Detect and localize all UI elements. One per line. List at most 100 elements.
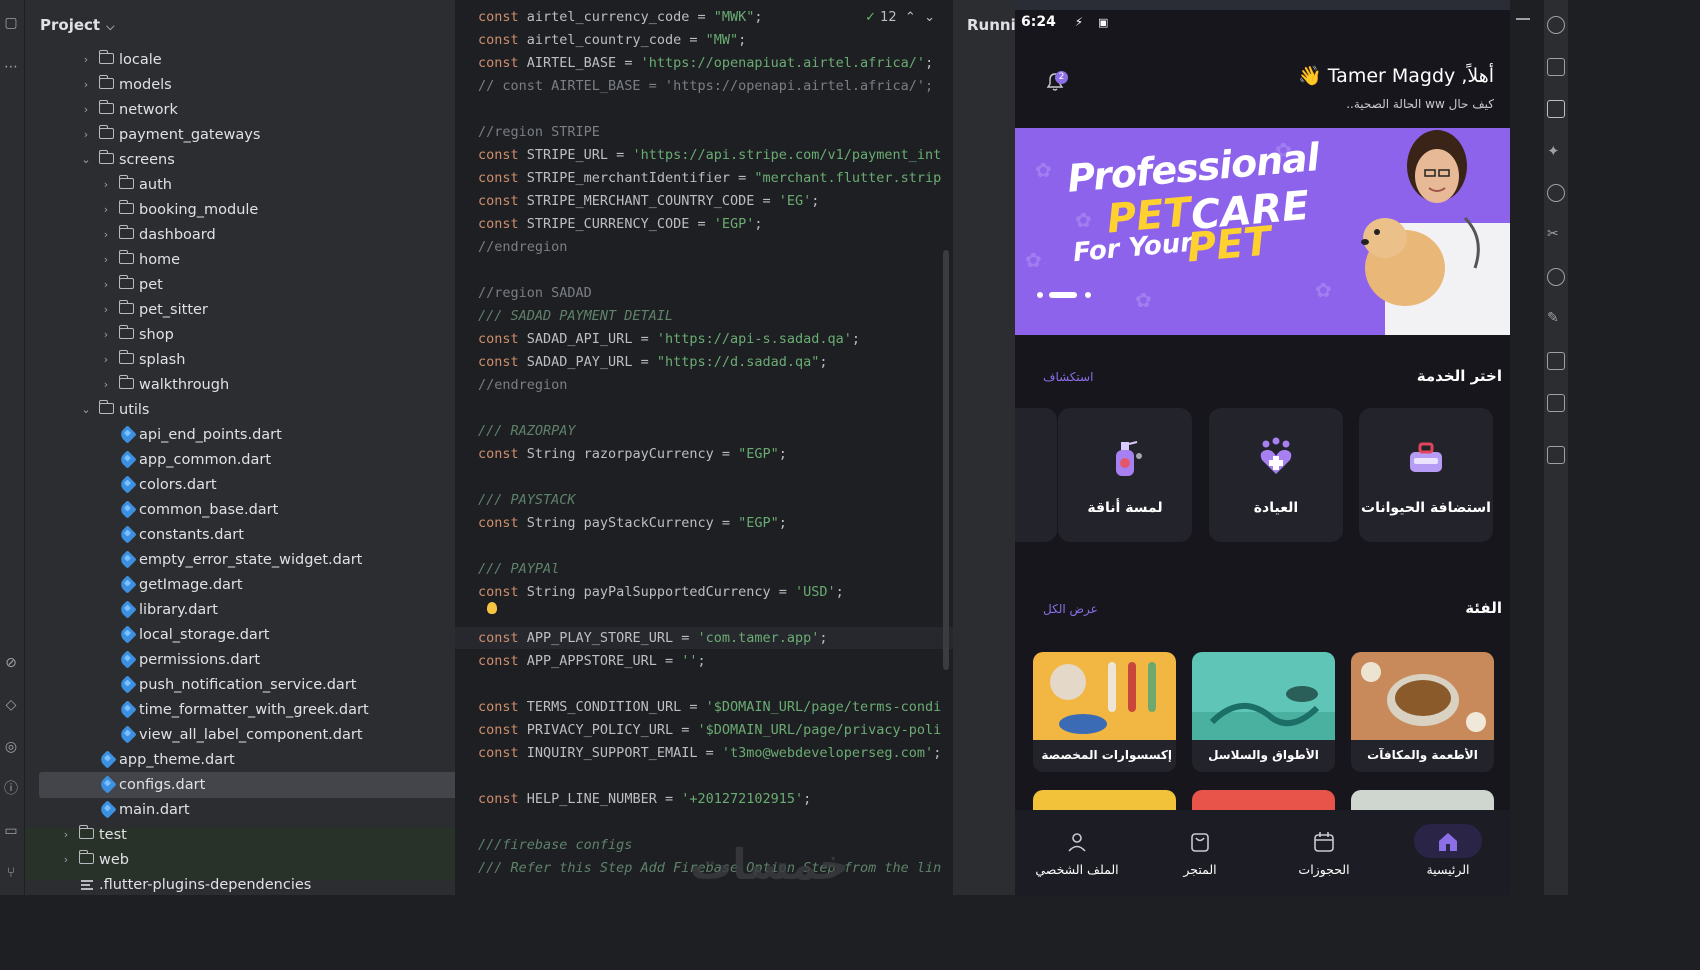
ai-assistant-icon[interactable]: ✦ xyxy=(1547,142,1565,160)
banner-dot[interactable] xyxy=(1085,292,1091,298)
services-explore-link[interactable]: استكشاف xyxy=(1043,370,1093,384)
chevron-right-icon[interactable]: › xyxy=(99,297,113,323)
code-line[interactable]: const String payPalSupportedCurrency = '… xyxy=(478,581,844,603)
chevron-right-icon[interactable]: › xyxy=(79,72,93,98)
layout-inspector-icon[interactable] xyxy=(1547,394,1565,412)
tree-folder[interactable]: › locale xyxy=(25,47,492,73)
code-line[interactable]: /// SADAD PAYMENT DETAIL xyxy=(478,305,673,327)
tree-folder[interactable]: › walkthrough xyxy=(25,372,492,398)
code-line[interactable]: const STRIPE_URL = 'https://api.stripe.c… xyxy=(478,144,941,166)
nav-home[interactable]: الرئيسية xyxy=(1386,810,1510,895)
code-line[interactable]: const STRIPE_CURRENCY_CODE = 'EGP'; xyxy=(478,213,763,235)
tree-folder[interactable]: › auth xyxy=(25,172,492,198)
tree-folder[interactable]: › network xyxy=(25,97,492,123)
tree-file[interactable]: time_formatter_with_greek.dart xyxy=(25,697,492,723)
code-line[interactable]: const APP_APPSTORE_URL = ''; xyxy=(478,650,706,672)
tree-file[interactable]: library.dart xyxy=(25,597,492,623)
chevron-down-icon[interactable]: ⌄ xyxy=(79,397,93,423)
code-line[interactable]: // const AIRTEL_BASE = 'https://openapi.… xyxy=(478,75,933,97)
code-line[interactable]: //endregion xyxy=(478,374,567,396)
tree-folder[interactable]: › pet_sitter xyxy=(25,297,492,323)
tree-file[interactable]: local_storage.dart xyxy=(25,622,492,648)
tree-file[interactable]: configs.dart xyxy=(39,772,478,798)
code-line[interactable]: const SADAD_API_URL = 'https://api-s.sad… xyxy=(478,328,860,350)
edit-icon[interactable]: ✎ xyxy=(1547,310,1565,328)
banner-dot[interactable] xyxy=(1037,292,1043,298)
minimize-icon[interactable] xyxy=(1516,18,1530,20)
tree-file[interactable]: app_common.dart xyxy=(25,447,492,473)
nav-profile[interactable]: الملف الشخصي xyxy=(1015,810,1139,895)
code-line[interactable]: const STRIPE_merchantIdentifier = "merch… xyxy=(478,167,941,189)
tree-file[interactable]: empty_error_state_widget.dart xyxy=(25,547,492,573)
chevron-down-icon[interactable]: ⌄ xyxy=(920,10,935,25)
project-tool-icon[interactable]: ▢ xyxy=(2,14,20,32)
code-line[interactable]: /// RAZORPAY xyxy=(478,420,576,442)
chevron-right-icon[interactable]: › xyxy=(59,847,73,873)
code-line[interactable]: ///firebase configs xyxy=(478,834,632,856)
code-line[interactable]: //region SADAD xyxy=(478,282,592,304)
tree-folder[interactable]: › test xyxy=(25,822,492,848)
tree-file[interactable]: api_end_points.dart xyxy=(25,422,492,448)
services-icon[interactable]: ⊘ xyxy=(2,654,20,672)
tree-file[interactable]: constants.dart xyxy=(25,522,492,548)
code-line[interactable]: const APP_PLAY_STORE_URL = 'com.tamer.ap… xyxy=(455,627,953,649)
code-line[interactable]: const String payStackCurrency = "EGP"; xyxy=(478,512,787,534)
nav-store[interactable]: المتجر xyxy=(1138,810,1262,895)
tree-folder[interactable]: › pet xyxy=(25,272,492,298)
code-line[interactable]: //region STRIPE xyxy=(478,121,600,143)
chevron-right-icon[interactable]: › xyxy=(99,322,113,348)
code-line[interactable]: /// PAYSTACK xyxy=(478,489,576,511)
tree-file[interactable]: colors.dart xyxy=(25,472,492,498)
category-card-food[interactable]: الأطعمة والمكافآت xyxy=(1351,652,1494,772)
project-panel-title[interactable]: Project ⌵ xyxy=(40,16,114,34)
tree-file[interactable]: getImage.dart xyxy=(25,572,492,598)
chevron-right-icon[interactable]: › xyxy=(99,272,113,298)
code-line[interactable]: const PRIVACY_POLICY_URL = '$DOMAIN_URL/… xyxy=(478,719,941,741)
tools-icon[interactable]: ✂ xyxy=(1547,226,1565,244)
category-card-collars[interactable]: الأطواق والسلاسل xyxy=(1192,652,1335,772)
tree-file[interactable]: view_all_label_component.dart xyxy=(25,722,492,748)
problems-icon[interactable]: ⓘ xyxy=(2,780,20,798)
tree-file[interactable]: common_base.dart xyxy=(25,497,492,523)
code-line[interactable]: const airtel_currency_code = "MWK"; xyxy=(478,6,763,28)
chevron-right-icon[interactable]: › xyxy=(99,247,113,273)
code-line[interactable]: const TERMS_CONDITION_URL = '$DOMAIN_URL… xyxy=(478,696,941,718)
tree-folder[interactable]: › home xyxy=(25,247,492,273)
code-line[interactable]: const AIRTEL_BASE = 'https://openapiuat.… xyxy=(478,52,933,74)
code-line[interactable]: const SADAD_PAY_URL = "https://d.sadad.q… xyxy=(478,351,828,373)
lightbulb-icon[interactable] xyxy=(487,602,497,614)
chevron-right-icon[interactable]: › xyxy=(99,172,113,198)
tree-file[interactable]: main.dart xyxy=(25,797,492,823)
chevron-right-icon[interactable]: › xyxy=(99,222,113,248)
code-line[interactable]: const HELP_LINE_NUMBER = '+201272102915'… xyxy=(478,788,811,810)
chevron-right-icon[interactable]: › xyxy=(99,372,113,398)
service-card-clinic[interactable]: العيادة xyxy=(1209,408,1343,542)
tree-folder[interactable]: › splash xyxy=(25,347,492,373)
code-line[interactable]: const STRIPE_MERCHANT_COUNTRY_CODE = 'EG… xyxy=(478,190,819,212)
categories-view-all-link[interactable]: عرض الكل xyxy=(1043,602,1098,616)
link-icon[interactable] xyxy=(1547,184,1565,202)
run-panel-title[interactable]: Running xyxy=(967,16,1015,34)
tree-folder[interactable]: › models xyxy=(25,72,492,98)
more-tools-icon[interactable]: ⋯ xyxy=(2,58,20,76)
service-card-grooming[interactable]: لمسة أناقة xyxy=(1058,408,1192,542)
flutter-inspector-icon[interactable] xyxy=(1547,268,1565,286)
running-devices-icon[interactable] xyxy=(1547,100,1565,118)
service-card-pet-hosting[interactable]: استضافة الحيوانات xyxy=(1359,408,1493,542)
terminal-icon[interactable]: ▭ xyxy=(2,822,20,840)
category-card-accessories[interactable]: إكسسوارات المخصصة و... xyxy=(1033,652,1176,772)
banner-dot-active[interactable] xyxy=(1049,292,1077,298)
emulator-screen[interactable]: 6:24 ⚡ ▣ 2 أهلاً, Tamer Magdy 👋 كيف حال … xyxy=(1015,0,1510,970)
dart-analysis-icon[interactable]: ◎ xyxy=(2,738,20,756)
device-explorer-icon[interactable] xyxy=(1547,352,1565,370)
tree-file[interactable]: push_notification_service.dart xyxy=(25,672,492,698)
chevron-right-icon[interactable]: › xyxy=(99,347,113,373)
code-line[interactable]: /// PAYPAl xyxy=(478,558,559,580)
chevron-right-icon[interactable]: › xyxy=(79,47,93,73)
device-manager-icon[interactable] xyxy=(1547,58,1565,76)
tree-folder[interactable]: › booking_module xyxy=(25,197,492,223)
chevron-right-icon[interactable]: › xyxy=(99,197,113,223)
chevron-right-icon[interactable]: › xyxy=(79,122,93,148)
tree-file[interactable]: permissions.dart xyxy=(25,647,492,673)
code-editor[interactable]: const airtel_currency_code = "MWK"; const… xyxy=(455,0,953,970)
